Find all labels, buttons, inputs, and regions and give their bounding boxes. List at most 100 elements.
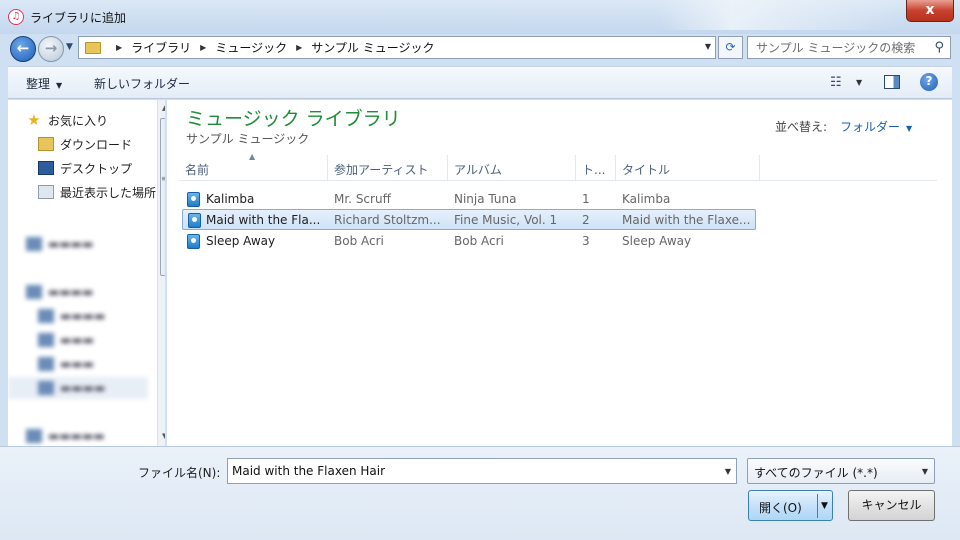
file-list-pane: ミュージック ライブラリ サンプル ミュージック 並べ替え: フォルダー ▼ ▲ …: [167, 100, 952, 446]
split-divider: [817, 494, 818, 518]
nav-item-favorites[interactable]: ★ お気に入り: [26, 109, 108, 131]
column-header-name[interactable]: 名前: [185, 161, 209, 178]
column-header-track[interactable]: ト...: [582, 161, 605, 178]
library-title: ミュージック ライブラリ: [186, 108, 401, 130]
address-bar[interactable]: ▶ ライブラリ ▶ ミュージック ▶ サンプル ミュージック ▼: [78, 36, 716, 59]
scroll-down-icon[interactable]: ▼: [162, 432, 165, 440]
filename-label: ファイル名(N):: [138, 466, 221, 480]
music-note-icon: ♫: [8, 9, 24, 25]
nav-item-blurred[interactable]: ▬▬▬▬: [26, 233, 93, 255]
open-options-chevron-icon[interactable]: ▼: [821, 501, 828, 511]
dialog-footer: ファイル名(N): ▼ すべてのファイル (*.*) ▼ 開く(O) ▼ キャン…: [0, 446, 960, 540]
cell-album: Bob Acri: [454, 234, 504, 248]
cell-track: 3: [582, 234, 590, 248]
nav-item-label: 最近表示した場所: [60, 185, 157, 200]
sort-by-label: 並べ替え:: [775, 120, 828, 134]
back-button[interactable]: ←: [10, 36, 36, 62]
nav-item-blurred[interactable]: ▬▬▬▬: [26, 281, 93, 303]
search-icon[interactable]: ⚲: [934, 40, 944, 55]
cell-artist: Mr. Scruff: [334, 192, 391, 206]
table-row[interactable]: Kalimba Mr. Scruff Ninja Tuna 1 Kalimba: [182, 189, 756, 210]
title-bar: ♫ ライブラリに追加 x: [0, 0, 960, 34]
star-icon: ★: [27, 111, 41, 129]
nav-item-recent-places[interactable]: 最近表示した場所: [38, 181, 156, 203]
nav-item-blurred-selected[interactable]: ▬▬▬▬: [8, 377, 148, 399]
nav-item-blurred[interactable]: ▬▬▬: [38, 329, 94, 351]
new-folder-button[interactable]: 新しいフォルダー: [94, 75, 190, 92]
chevron-down-icon: ▼: [56, 81, 63, 90]
column-header-title[interactable]: タイトル: [622, 161, 670, 178]
nav-item-blurred[interactable]: ▬▬▬: [38, 353, 94, 375]
forward-button[interactable]: →: [38, 36, 64, 62]
sort-by-dropdown[interactable]: フォルダー ▼: [840, 118, 912, 135]
cell-album: Ninja Tuna: [454, 192, 517, 206]
nav-item-desktop[interactable]: デスクトップ: [38, 157, 132, 179]
help-icon[interactable]: ?: [920, 73, 938, 91]
column-divider[interactable]: [759, 155, 760, 181]
open-button[interactable]: 開く(O) ▼: [748, 490, 833, 521]
organize-button[interactable]: 整理 ▼: [26, 75, 62, 92]
download-folder-icon: [38, 137, 54, 151]
homegroup-icon: [26, 429, 42, 443]
navigation-scrollbar[interactable]: ▲ ≡ ▼: [157, 100, 165, 446]
close-button[interactable]: x: [906, 0, 954, 22]
audio-file-icon: [187, 234, 200, 249]
breadcrumb-separator-icon[interactable]: ▶: [296, 43, 302, 52]
recent-places-icon: [38, 185, 54, 199]
column-divider[interactable]: [327, 155, 328, 181]
chevron-down-icon[interactable]: ▼: [725, 467, 731, 476]
sort-by-value: フォルダー: [840, 120, 901, 134]
filename-combobox[interactable]: ▼: [227, 458, 737, 484]
audio-file-icon: [187, 192, 200, 207]
cell-album: Fine Music, Vol. 1: [454, 213, 558, 227]
table-row[interactable]: Sleep Away Bob Acri Bob Acri 3 Sleep Awa…: [182, 231, 756, 252]
nav-item-blurred[interactable]: ▬▬▬▬: [38, 305, 105, 327]
scroll-up-icon[interactable]: ▲: [162, 104, 165, 112]
breadcrumb-item-library[interactable]: ライブラリ: [131, 39, 191, 56]
documents-icon: [38, 309, 54, 323]
breadcrumb-item-music[interactable]: ミュージック: [215, 39, 287, 56]
cell-track: 1: [582, 192, 590, 206]
refresh-icon[interactable]: ⟳: [718, 36, 743, 59]
nav-item-label: お気に入り: [48, 113, 109, 128]
column-header-album[interactable]: アルバム: [454, 161, 502, 178]
table-row-selected[interactable]: Maid with the Fla... Richard Stoltzm... …: [182, 209, 756, 230]
sort-ascending-icon: ▲: [249, 152, 256, 161]
navigation-pane: ★ お気に入り ダウンロード デスクトップ 最近表示した場所 ▬▬▬▬ ▬▬▬▬…: [8, 100, 166, 446]
scrollbar-thumb[interactable]: [160, 118, 165, 276]
recent-pages-chevron-icon[interactable]: ▼: [66, 42, 73, 52]
chevron-down-icon[interactable]: ▼: [856, 78, 862, 87]
file-type-select[interactable]: すべてのファイル (*.*) ▼: [747, 458, 935, 484]
videos-icon: [38, 357, 54, 371]
nav-item-downloads[interactable]: ダウンロード: [38, 133, 132, 155]
cell-title: Sleep Away: [622, 234, 692, 248]
breadcrumb-separator-icon[interactable]: ▶: [200, 43, 206, 52]
column-divider[interactable]: [447, 155, 448, 181]
window-title: ライブラリに追加: [30, 11, 127, 25]
chevron-down-icon: ▼: [921, 467, 928, 476]
breadcrumb-separator-icon[interactable]: ▶: [116, 43, 122, 52]
cell-artist: Bob Acri: [334, 234, 384, 248]
address-dropdown-icon[interactable]: ▼: [705, 42, 711, 51]
filename-input[interactable]: [228, 459, 708, 483]
column-header-artist[interactable]: 参加アーティスト: [334, 161, 429, 178]
open-button-label: 開く(O): [759, 501, 802, 515]
view-options-icon[interactable]: ☷: [830, 75, 842, 90]
column-headers: ▲ 名前 参加アーティスト アルバム ト... タイトル: [179, 152, 937, 181]
column-divider[interactable]: [615, 155, 616, 181]
title-bar-decoration: [660, 0, 900, 30]
column-divider[interactable]: [575, 155, 576, 181]
nav-item-blurred[interactable]: ▬▬▬▬▬: [26, 425, 105, 446]
organize-label: 整理: [26, 77, 51, 91]
chevron-down-icon: ▼: [906, 124, 913, 133]
breadcrumb-item-sample-music[interactable]: サンプル ミュージック: [311, 39, 434, 56]
preview-pane-icon[interactable]: [884, 75, 900, 89]
network-icon: [26, 237, 42, 251]
search-box[interactable]: ⚲: [747, 36, 951, 59]
library-icon: [26, 285, 42, 299]
nav-item-label: デスクトップ: [60, 161, 133, 176]
search-input[interactable]: [748, 37, 923, 58]
cancel-button[interactable]: キャンセル: [848, 490, 935, 521]
folder-icon: [85, 41, 101, 54]
cell-name: Kalimba: [206, 192, 255, 206]
